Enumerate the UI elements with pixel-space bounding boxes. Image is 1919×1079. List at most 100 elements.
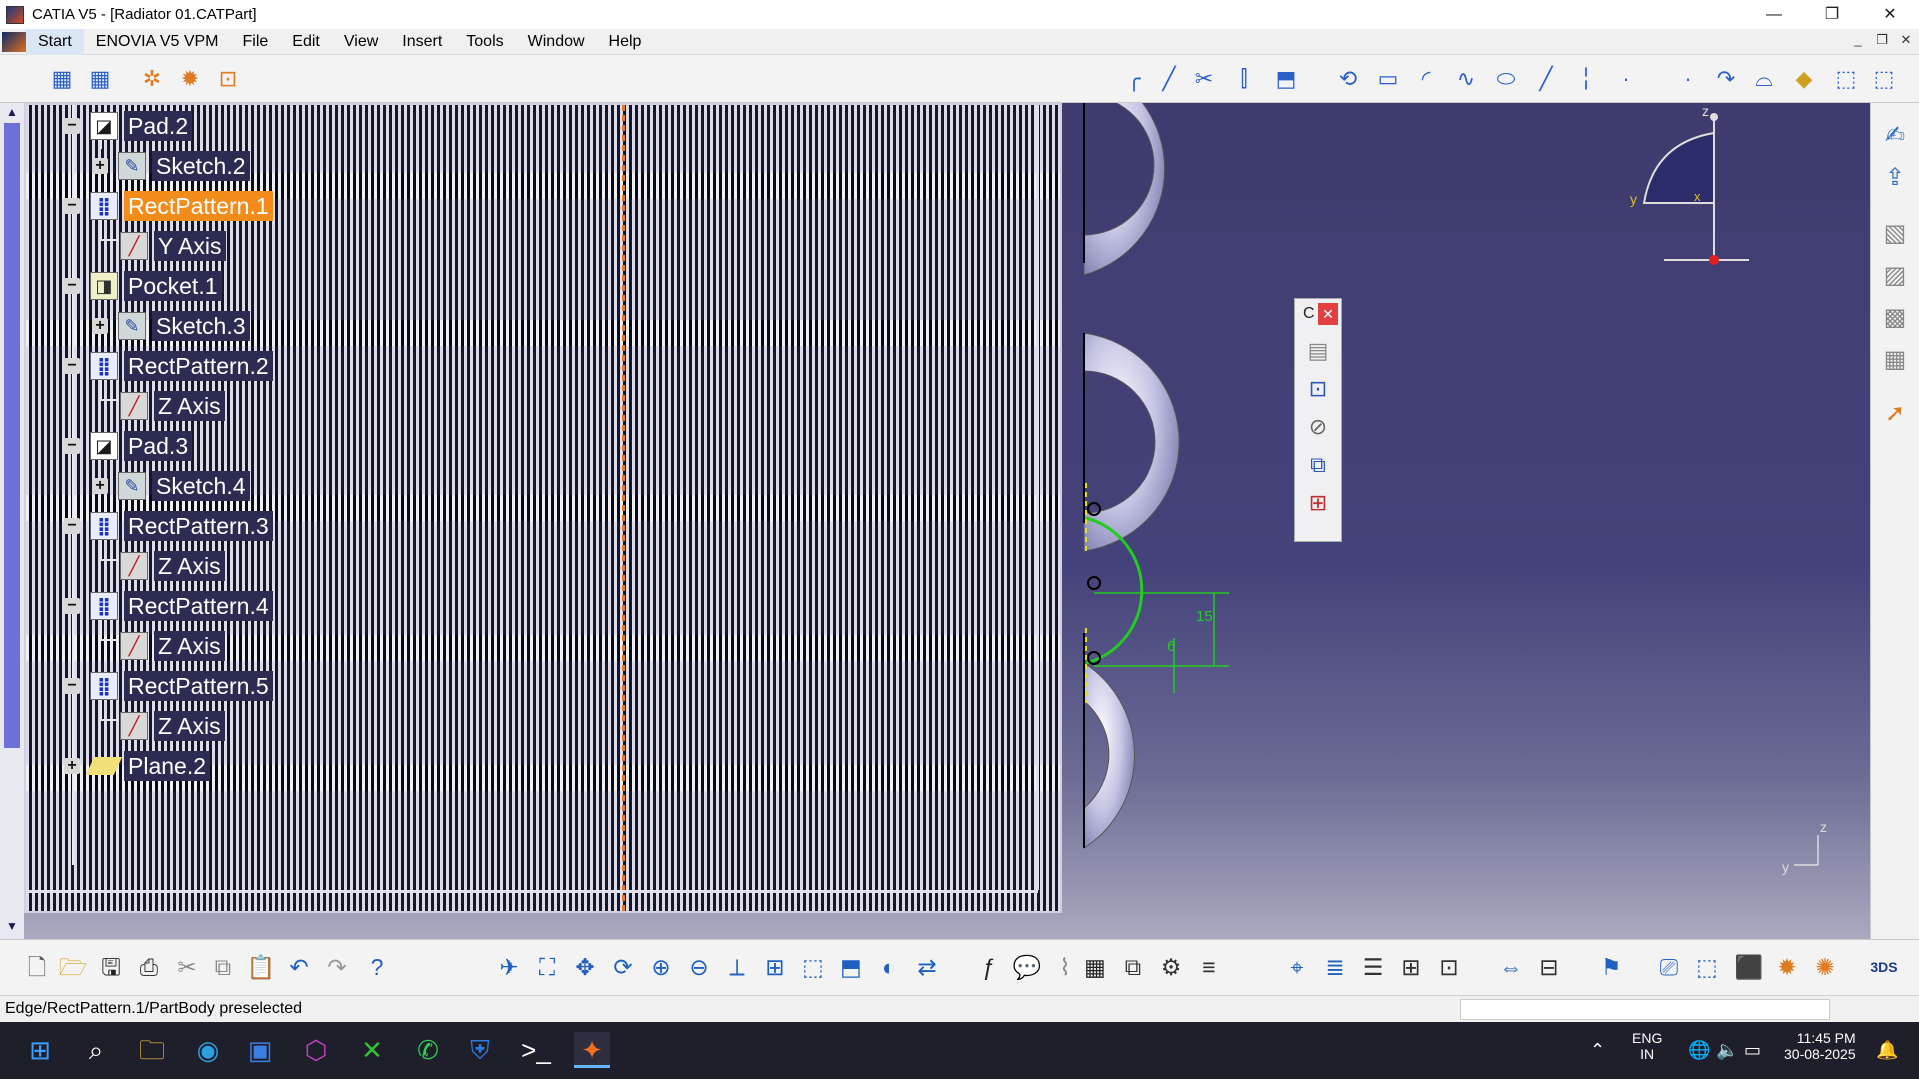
tree-node-label[interactable]: Sketch.3 <box>152 311 250 341</box>
sketch-analysis-icon[interactable]: ▨ <box>1877 259 1913 293</box>
terminal-icon[interactable]: >_ <box>518 1032 554 1068</box>
apply-material-icon[interactable]: ⚑ <box>1596 952 1626 982</box>
expand-toggle[interactable]: + <box>92 318 108 334</box>
catalog-browser-icon[interactable]: ✹ <box>1772 952 1802 982</box>
tree-node-label[interactable]: Pocket.1 <box>124 271 222 301</box>
exit-sketcher-icon[interactable]: ⇪ <box>1877 161 1913 195</box>
construction-element-icon[interactable]: ✲ <box>138 65 166 93</box>
arc-icon[interactable]: ↷ <box>1712 65 1740 93</box>
tree-node-label[interactable]: RectPattern.5 <box>124 671 273 701</box>
measure-item-icon[interactable]: ⊟ <box>1534 952 1564 982</box>
menu-start[interactable]: Start <box>26 28 84 55</box>
doc-close-button[interactable]: ✕ <box>1897 32 1915 48</box>
power-input-field[interactable] <box>1460 999 1830 1020</box>
tree-node-label[interactable]: RectPattern.4 <box>124 591 273 621</box>
tree-node-z-axis[interactable]: ╱ Z Axis <box>120 630 225 662</box>
design-table-icon[interactable]: ≡ <box>1194 952 1224 982</box>
collapse-toggle[interactable]: − <box>64 438 80 454</box>
dimension-15-label[interactable]: 15 <box>1196 608 1213 625</box>
swap-space-icon[interactable]: ⇄ <box>912 952 942 982</box>
battery-icon[interactable]: ▭ <box>1744 1040 1761 1061</box>
parts-icon[interactable]: ⬚ <box>1692 952 1722 982</box>
constraint-dialog-icon[interactable]: ▤ <box>1302 335 1334 367</box>
tree-node-label[interactable]: Z Axis <box>154 711 225 741</box>
sketcher-tool-icon[interactable]: ◆ <box>1790 65 1818 93</box>
tree-node-label[interactable]: Y Axis <box>154 231 226 261</box>
collapse-toggle[interactable]: − <box>64 678 80 694</box>
tree-node-pad-2[interactable]: − ◪ Pad.2 <box>64 110 193 142</box>
axis-line-icon[interactable]: ╎ <box>1572 65 1600 93</box>
tree-node-sketch-3[interactable]: + ✎ Sketch.3 <box>92 310 250 342</box>
tree-node-label[interactable]: Sketch.2 <box>152 151 250 181</box>
volume-icon[interactable]: 🔈 <box>1716 1040 1738 1061</box>
copilot-icon[interactable]: ⬡ <box>298 1032 334 1068</box>
point-icon[interactable]: · <box>1612 65 1640 93</box>
notification-bell-icon[interactable]: 🔔 <box>1876 1040 1898 1061</box>
tree-node-label[interactable]: Pad.2 <box>124 111 193 141</box>
paste-icon[interactable]: 📋 <box>246 952 276 982</box>
whats-this-icon[interactable]: ? <box>362 952 392 982</box>
tree-node-label[interactable]: Z Axis <box>154 631 225 661</box>
fit-all-icon[interactable]: ⛶ <box>532 952 562 982</box>
tree-scrollbar[interactable]: ▲ ▼ <box>0 103 24 939</box>
menu-help[interactable]: Help <box>597 29 654 55</box>
menu-window[interactable]: Window <box>516 29 597 55</box>
scroll-up-icon[interactable]: ▲ <box>4 105 20 121</box>
spec-icon[interactable]: ☰ <box>1358 952 1388 982</box>
comment-icon[interactable]: 💬 <box>1012 952 1042 982</box>
tree-node-label[interactable]: Sketch.4 <box>152 471 250 501</box>
tree-node-rectpattern-1[interactable]: − ⣿ RectPattern.1 <box>64 190 273 222</box>
formula-icon[interactable]: ƒ <box>974 952 1004 982</box>
contact-constraint-icon[interactable]: ⊘ <box>1302 411 1334 443</box>
redo-icon[interactable]: ↷ <box>322 952 352 982</box>
chamfer-icon[interactable]: ╱ <box>1155 65 1183 93</box>
tree-node-label[interactable]: Pad.3 <box>124 431 193 461</box>
shading-icon[interactable]: ⬒ <box>836 952 866 982</box>
collapse-toggle[interactable]: − <box>64 278 80 294</box>
zoom-out-icon[interactable]: ⊖ <box>684 952 714 982</box>
point-alt-icon[interactable]: · <box>1674 65 1702 93</box>
menu-tools[interactable]: Tools <box>454 29 515 55</box>
microsoft-store-icon[interactable]: ▣ <box>242 1032 278 1068</box>
tree-node-label[interactable]: RectPattern.3 <box>124 511 273 541</box>
restore-button[interactable]: ❐ <box>1803 0 1861 29</box>
search-icon[interactable]: ⌕ <box>78 1032 114 1068</box>
defender-icon[interactable]: ⛨ <box>462 1032 498 1068</box>
tree-node-rectpattern-2[interactable]: − ⣿ RectPattern.2 <box>64 350 273 382</box>
floating-constraint-toolbar[interactable]: C ✕ ▤ ⊡ ⊘ ⧉ ⊞ <box>1294 298 1342 542</box>
circle-icon[interactable]: ◜ <box>1412 65 1440 93</box>
expand-toggle[interactable]: + <box>64 758 80 774</box>
tree-node-label[interactable]: Z Axis <box>154 551 225 581</box>
collapse-toggle[interactable]: − <box>64 118 80 134</box>
windows-start-icon[interactable]: ⊞ <box>22 1032 58 1068</box>
dimension-6-label[interactable]: 6 <box>1167 638 1175 655</box>
doc-minimize-button[interactable]: _ <box>1849 32 1867 48</box>
tree-node-rectpattern-5[interactable]: − ⣿ RectPattern.5 <box>64 670 273 702</box>
tree-node-rectpattern-3[interactable]: − ⣿ RectPattern.3 <box>64 510 273 542</box>
catia-taskbar-icon[interactable]: ✦ <box>574 1032 610 1068</box>
corner-icon[interactable]: ╭ <box>1120 65 1148 93</box>
tree-node-sketch-2[interactable]: + ✎ Sketch.2 <box>92 150 250 182</box>
menu-file[interactable]: File <box>231 29 281 55</box>
profile-icon[interactable]: ⟲ <box>1334 65 1362 93</box>
menu-edit[interactable]: Edit <box>280 29 332 55</box>
table-icon[interactable]: ▦ <box>1080 952 1110 982</box>
collapse-toggle[interactable]: − <box>64 598 80 614</box>
hide-show-icon[interactable]: ◐ <box>874 952 904 982</box>
copy-icon[interactable]: ⧉ <box>208 952 238 982</box>
tree-node-sketch-4[interactable]: + ✎ Sketch.4 <box>92 470 250 502</box>
undo-icon[interactable]: ↶ <box>284 952 314 982</box>
tree-node-rectpattern-4[interactable]: − ⣿ RectPattern.4 <box>64 590 273 622</box>
select-arrow-icon[interactable]: ➚ <box>1877 397 1913 431</box>
zoom-in-icon[interactable]: ⊕ <box>646 952 676 982</box>
cut-icon[interactable]: ✂ <box>172 952 202 982</box>
sketch-tools-icon[interactable]: ✺ <box>1810 952 1840 982</box>
constraint-icon[interactable]: ⊡ <box>1302 373 1334 405</box>
whatsapp-icon[interactable]: ✆ <box>410 1032 446 1068</box>
expand-toggle[interactable]: + <box>92 478 108 494</box>
multi-view-icon[interactable]: ⊞ <box>760 952 790 982</box>
collapse-toggle[interactable]: − <box>64 198 80 214</box>
exit-workbench-icon[interactable]: ⬚ <box>1832 65 1860 93</box>
doc-restore-button[interactable]: ❐ <box>1873 32 1891 48</box>
tree-node-y-axis[interactable]: ╱ Y Axis <box>120 230 226 262</box>
